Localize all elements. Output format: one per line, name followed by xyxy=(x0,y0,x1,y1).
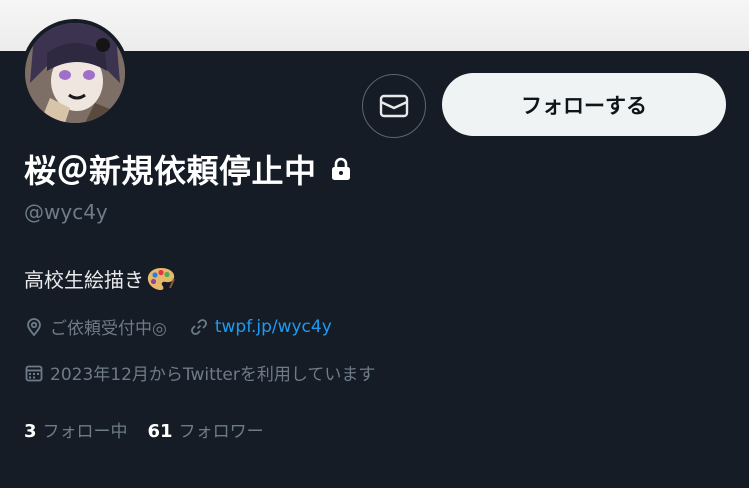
display-name: 桜＠新規依頼停止中 xyxy=(24,152,317,190)
avatar-image xyxy=(25,23,125,123)
followers-count: 61 xyxy=(147,421,173,442)
display-name-row: 桜＠新規依頼停止中 xyxy=(24,146,351,192)
website[interactable]: twpf.jp/wyc4y xyxy=(189,317,332,337)
envelope-icon xyxy=(379,94,409,118)
link-icon xyxy=(190,318,207,335)
joined-row: 2023年12月からTwitterを利用しています xyxy=(24,360,375,385)
website-link[interactable]: twpf.jp/wyc4y xyxy=(215,317,332,337)
followers-stat[interactable]: 61 フォロワー xyxy=(148,417,264,442)
following-count: 3 xyxy=(24,421,37,442)
calendar-icon xyxy=(25,365,43,381)
location-text: ご依頼受付中◎ xyxy=(50,319,167,339)
message-button[interactable] xyxy=(362,74,426,138)
location: ご依頼受付中◎ xyxy=(24,314,167,339)
avatar[interactable] xyxy=(21,19,129,127)
artist-palette-icon xyxy=(146,266,176,292)
avatar-illustration xyxy=(25,23,125,123)
profile-meta-row: ご依頼受付中◎ twpf.jp/wyc4y xyxy=(24,314,332,339)
follow-button[interactable]: フォローする xyxy=(442,73,726,136)
location-pin-icon xyxy=(27,317,41,336)
lock-icon xyxy=(331,157,351,181)
bio: 高校生絵描き xyxy=(24,264,176,293)
following-stat[interactable]: 3 フォロー中 xyxy=(24,417,128,442)
joined-text: 2023年12月からTwitterを利用しています xyxy=(50,365,376,385)
bio-text: 高校生絵描き xyxy=(24,268,144,292)
user-handle: @wyc4y xyxy=(24,200,108,224)
following-label: フォロー中 xyxy=(42,422,128,442)
followers-label: フォロワー xyxy=(178,422,264,442)
follow-stats: 3 フォロー中 61 フォロワー xyxy=(24,417,264,442)
joined-date: 2023年12月からTwitterを利用しています xyxy=(24,360,375,385)
